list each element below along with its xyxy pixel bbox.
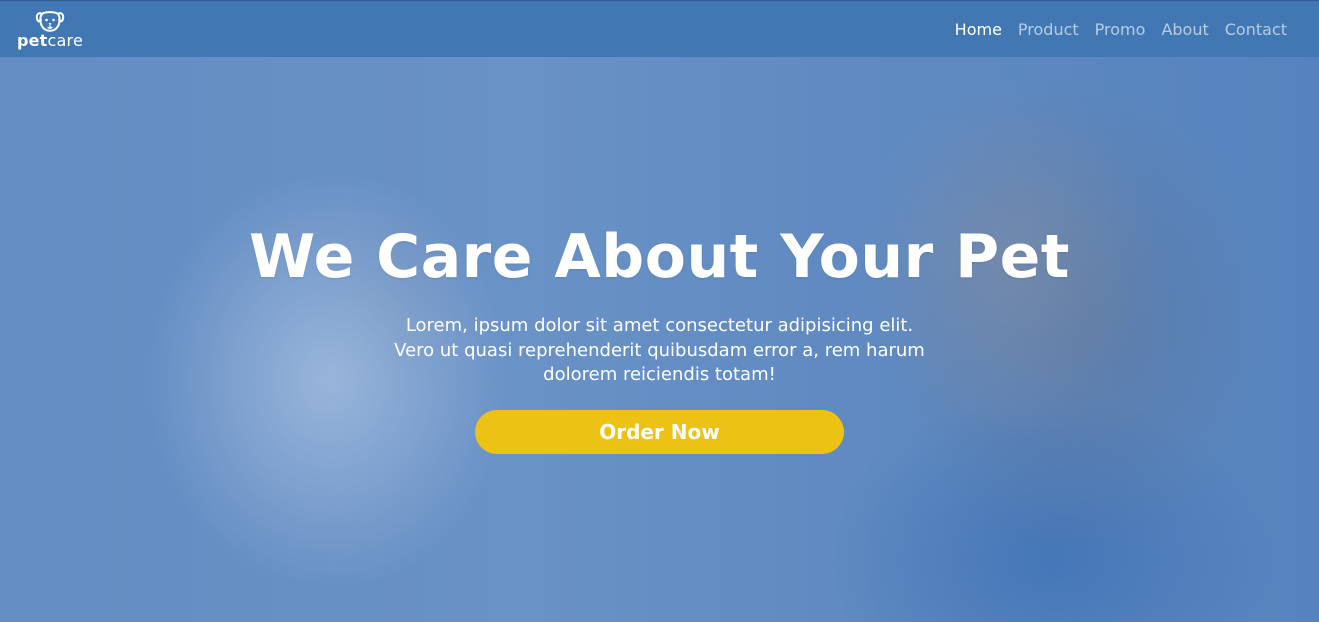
hero-section: We Care About Your Pet Lorem, ipsum dolo… bbox=[0, 0, 1319, 622]
order-now-button[interactable]: Order Now bbox=[475, 409, 844, 454]
hero-description: Lorem, ipsum dolor sit amet consectetur … bbox=[394, 315, 925, 385]
landing-page: petcare Home Product Promo About Contact… bbox=[0, 0, 1319, 622]
hero-title: We Care About Your Pet bbox=[249, 222, 1070, 292]
